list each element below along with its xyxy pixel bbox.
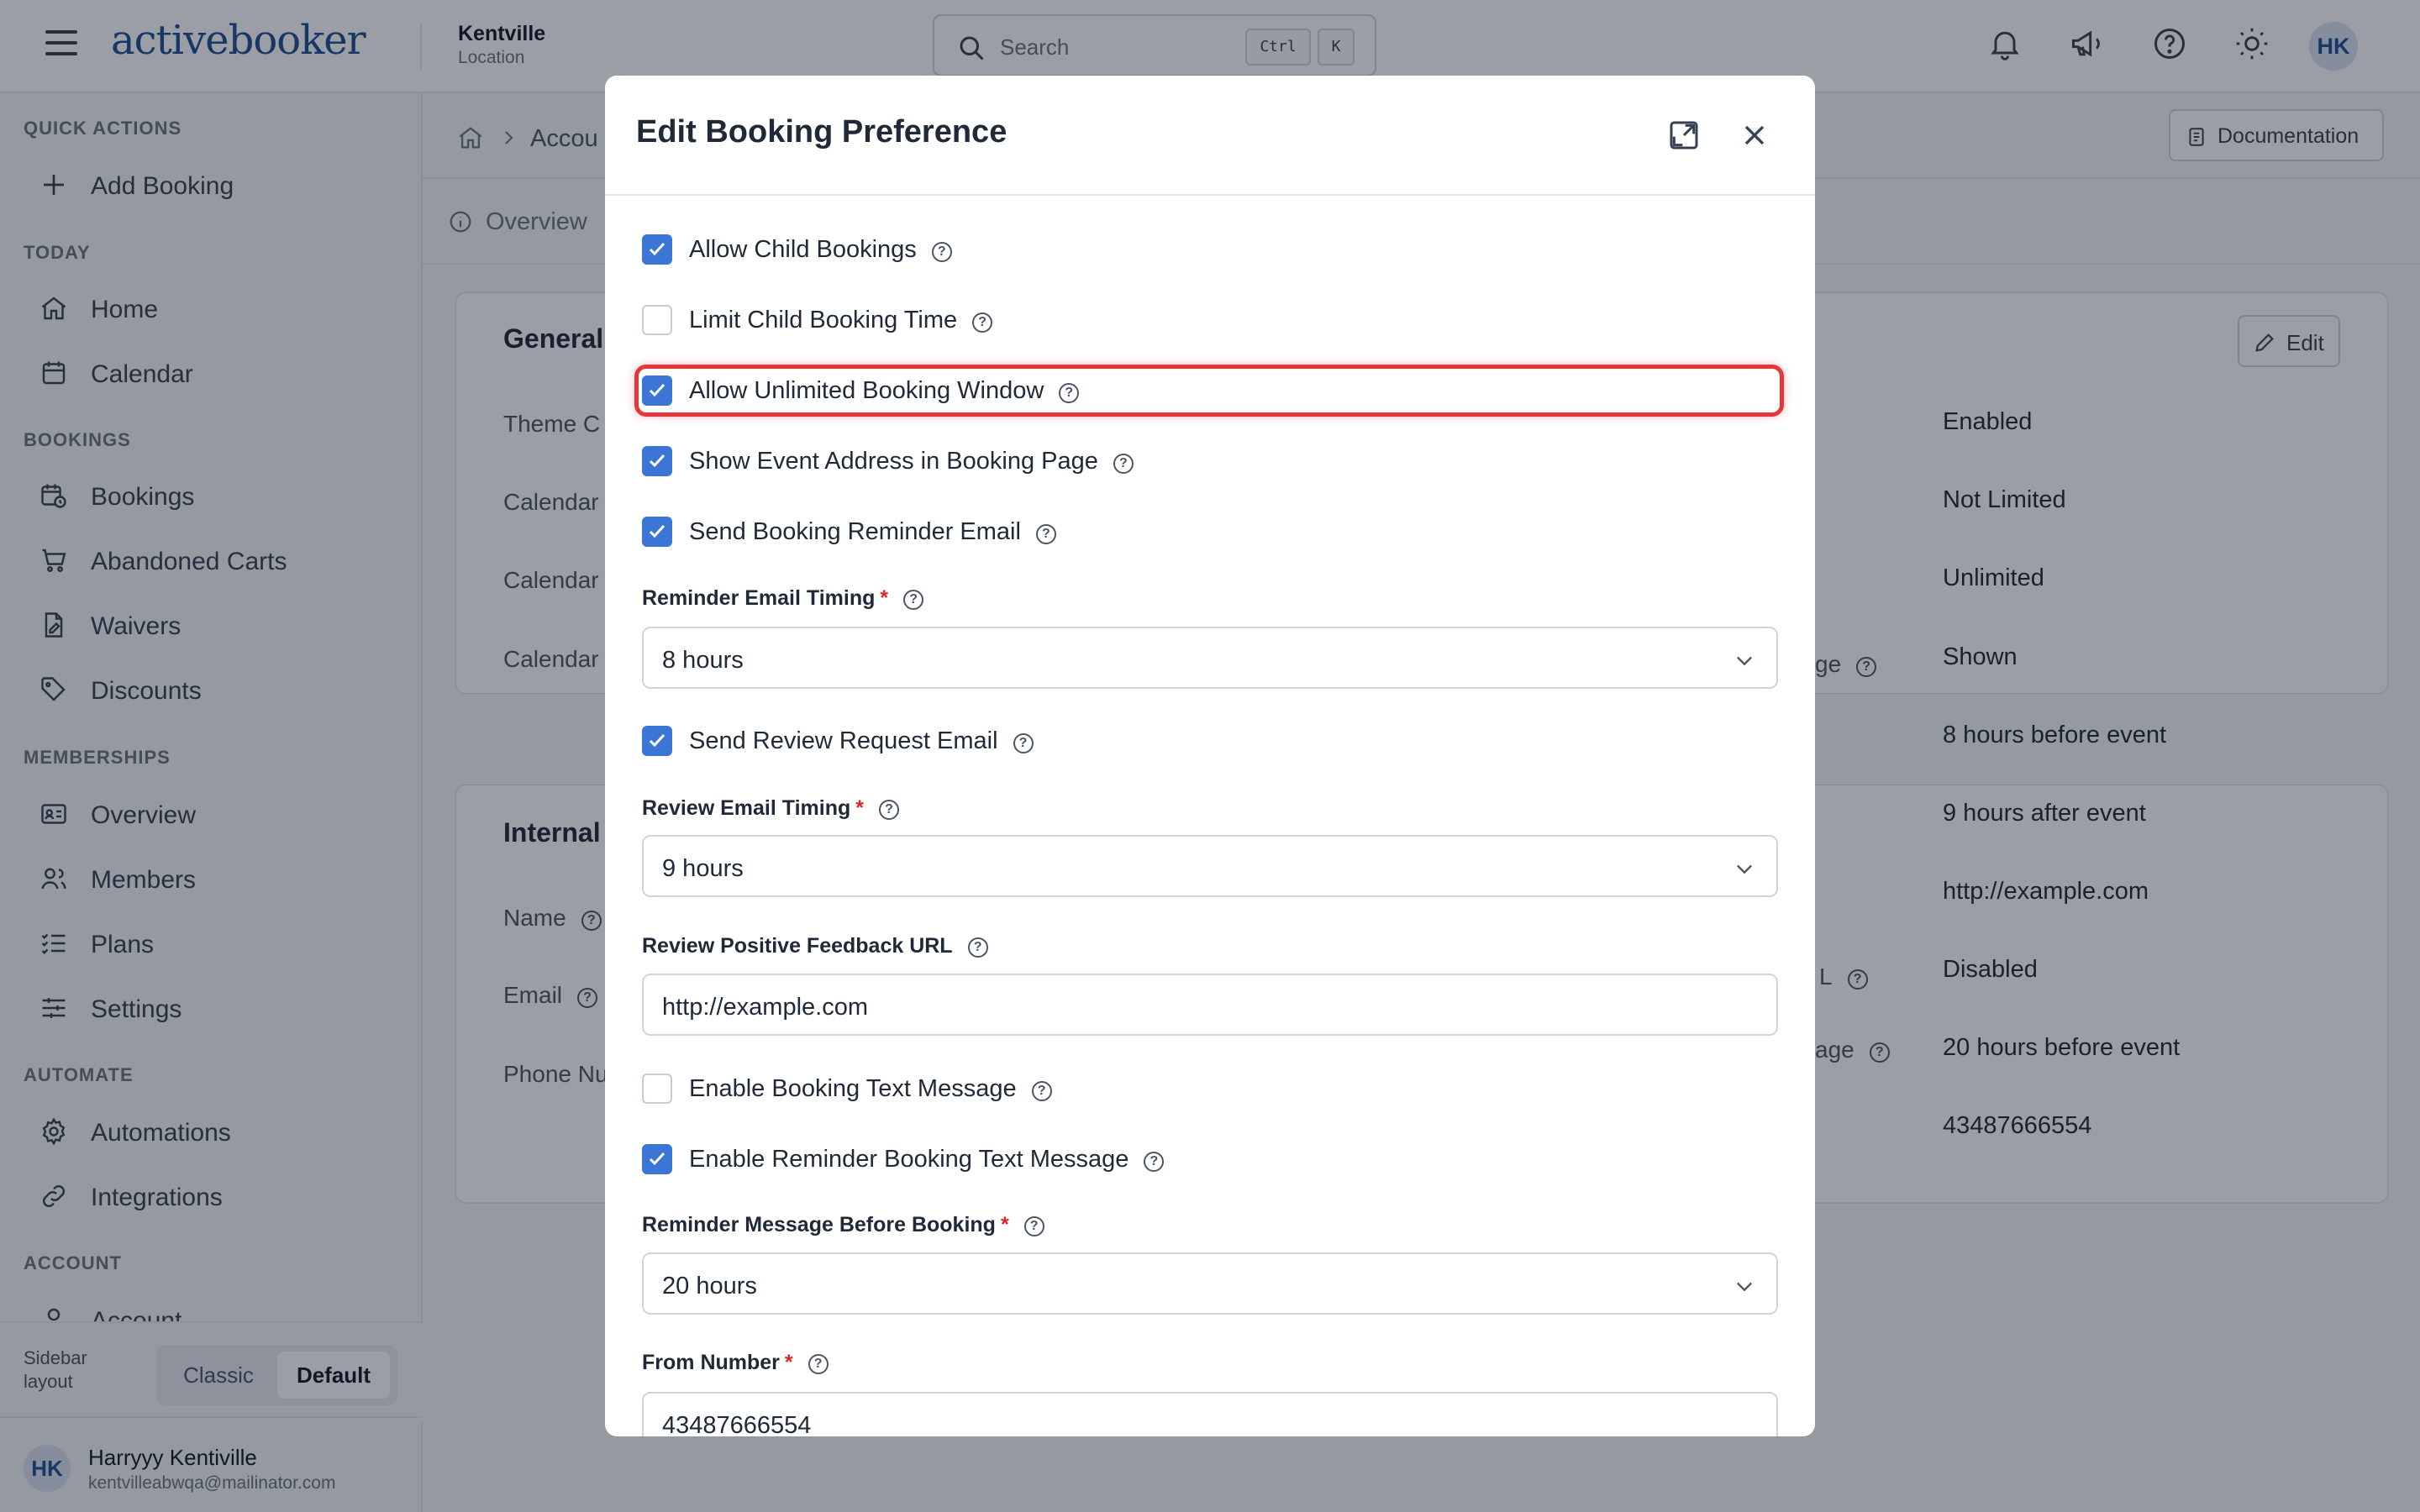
send-review-request-checkbox[interactable] — [642, 726, 672, 756]
check-icon — [649, 454, 666, 468]
allow-child-bookings-checkbox[interactable] — [642, 234, 672, 265]
help-icon[interactable]: ? — [1035, 524, 1056, 544]
checkbox-label: Allow Unlimited Booking Window? — [689, 377, 1080, 405]
required-marker: * — [880, 586, 889, 610]
check-icon — [649, 1152, 666, 1166]
label-text: Send Review Request Email — [689, 727, 998, 754]
label-text: Send Booking Reminder Email — [689, 518, 1021, 545]
label-text: Allow Child Bookings — [689, 236, 917, 263]
label-text: From Number — [642, 1351, 780, 1374]
label-text: Reminder Message Before Booking — [642, 1213, 996, 1236]
reminder-message-select[interactable]: 20 hours — [642, 1252, 1778, 1315]
modal-header: Edit Booking Preference — [605, 76, 1815, 196]
label-text: Review Positive Feedback URL — [642, 934, 953, 958]
close-icon[interactable] — [1738, 118, 1771, 152]
label-text: Allow Unlimited Booking Window — [689, 377, 1044, 404]
select-value: 8 hours — [662, 647, 744, 674]
help-icon[interactable]: ? — [878, 800, 899, 820]
label-text: Show Event Address in Booking Page — [689, 448, 1098, 475]
label-text: Limit Child Booking Time — [689, 307, 958, 333]
expand-icon[interactable] — [1667, 118, 1701, 152]
review-url-input[interactable]: http://example.com — [642, 974, 1778, 1036]
help-icon[interactable]: ? — [1059, 383, 1080, 403]
review-email-timing-select[interactable]: 9 hours — [642, 835, 1778, 897]
input-value: 43487666554 — [662, 1412, 812, 1436]
send-booking-reminder-checkbox[interactable] — [642, 517, 672, 547]
review-url-label: Review Positive Feedback URL? — [642, 934, 988, 958]
allow-unlimited-booking-window-checkbox[interactable] — [642, 375, 672, 406]
help-icon[interactable]: ? — [903, 590, 924, 610]
help-icon[interactable]: ? — [967, 937, 988, 958]
help-icon[interactable]: ? — [1023, 1216, 1044, 1236]
chevron-down-icon — [1737, 864, 1752, 874]
edit-booking-preference-modal: Edit Booking Preference Allow Child Book… — [605, 76, 1815, 1436]
input-value: http://example.com — [662, 994, 868, 1021]
checkbox-label: Show Event Address in Booking Page? — [689, 448, 1134, 475]
required-marker: * — [1000, 1213, 1009, 1236]
check-icon — [649, 524, 666, 538]
help-icon[interactable]: ? — [931, 242, 952, 262]
reminder-email-timing-select[interactable]: 8 hours — [642, 627, 1778, 689]
enable-booking-text-checkbox[interactable] — [642, 1074, 672, 1104]
select-value: 20 hours — [662, 1273, 757, 1299]
label-text: Reminder Email Timing — [642, 586, 876, 610]
show-event-address-checkbox[interactable] — [642, 446, 672, 476]
checkbox-label: Send Booking Reminder Email? — [689, 518, 1056, 546]
review-email-timing-label: Review Email Timing *? — [642, 796, 899, 821]
check-icon — [649, 242, 666, 256]
help-icon[interactable]: ? — [1113, 454, 1134, 474]
help-icon[interactable]: ? — [1013, 733, 1034, 753]
help-icon[interactable]: ? — [1144, 1152, 1165, 1172]
checkbox-label: Limit Child Booking Time? — [689, 307, 993, 334]
from-number-input[interactable]: 43487666554 — [642, 1392, 1778, 1436]
chevron-down-icon — [1737, 1282, 1752, 1292]
from-number-label: From Number *? — [642, 1351, 829, 1375]
enable-reminder-text-checkbox[interactable] — [642, 1144, 672, 1174]
required-marker: * — [855, 796, 864, 820]
chevron-down-icon — [1737, 656, 1752, 666]
modal-title: Edit Booking Preference — [636, 114, 1007, 150]
help-icon[interactable]: ? — [808, 1354, 829, 1374]
label-text: Enable Reminder Booking Text Message — [689, 1146, 1129, 1173]
required-marker: * — [784, 1351, 793, 1374]
check-icon — [649, 383, 666, 397]
reminder-email-timing-label: Reminder Email Timing *? — [642, 586, 924, 611]
reminder-message-label: Reminder Message Before Booking *? — [642, 1213, 1044, 1237]
check-icon — [649, 733, 666, 748]
limit-child-booking-time-checkbox[interactable] — [642, 305, 672, 335]
label-text: Review Email Timing — [642, 796, 851, 820]
checkbox-label: Enable Booking Text Message? — [689, 1075, 1052, 1103]
label-text: Enable Booking Text Message — [689, 1075, 1017, 1102]
checkbox-label: Enable Reminder Booking Text Message? — [689, 1146, 1165, 1173]
checkbox-label: Send Review Request Email? — [689, 727, 1034, 755]
select-value: 9 hours — [662, 855, 744, 882]
checkbox-label: Allow Child Bookings? — [689, 236, 952, 264]
help-icon[interactable]: ? — [972, 312, 993, 333]
help-icon[interactable]: ? — [1031, 1081, 1052, 1101]
